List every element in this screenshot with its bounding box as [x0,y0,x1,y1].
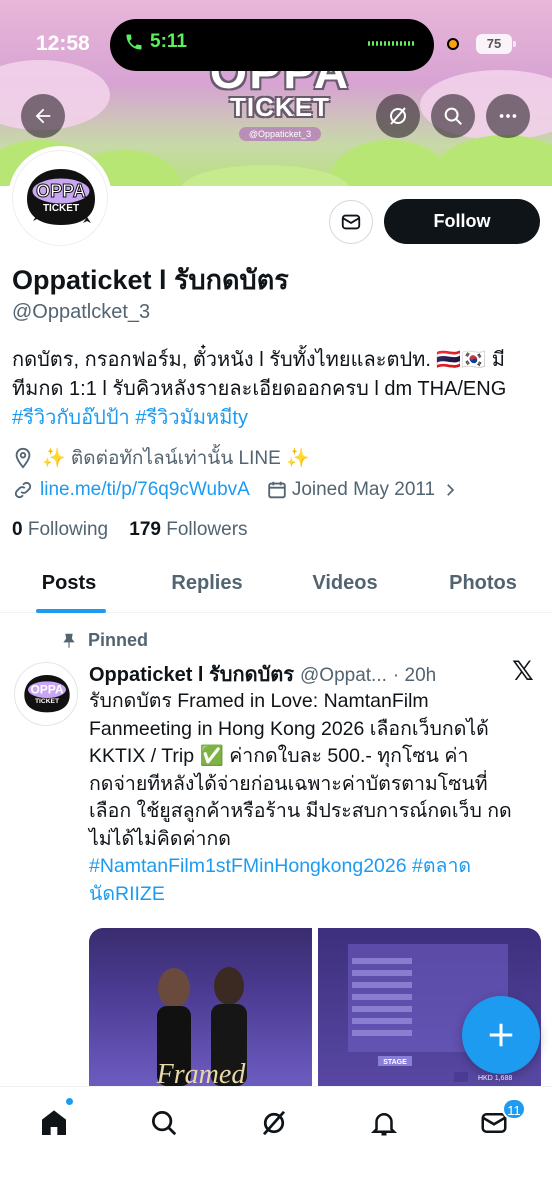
compose-button[interactable] [462,996,540,1074]
bio-hashtags[interactable]: #รีวิวกับอ๊ปป้า #รีวิวมัมหมีty [12,404,542,433]
following-link[interactable]: 0 Following [12,519,108,540]
profile-tabs: Posts Replies Videos Photos [0,560,552,613]
tweet-hashtags[interactable]: #NamtanFilm1stFMinHongkong2026 #ตลาด [89,853,541,881]
tab-replies[interactable]: Replies [138,560,276,612]
search-icon [444,107,462,125]
message-button[interactable] [329,200,373,244]
followers-link[interactable]: 179 Followers [129,519,247,540]
tab-label: Videos [312,572,378,594]
profile-bio: กดบัตร, กรอกฟอร์ม, ตั๋วหนัง l รับทั้งไทย… [12,346,542,433]
calendar-icon [268,481,286,499]
tweet-text-line: Fanmeeting in Hong Kong 2026 เลือกเว็บกด… [89,717,489,740]
more-icon [499,114,517,118]
svg-text:TICKET: TICKET [35,698,59,705]
tweet-header: Oppaticket l รับกดบัตร @Oppat... · 20h [89,658,436,690]
bell-icon [370,1113,398,1136]
tweet-hashtags[interactable]: นัดRIIZE [89,881,541,909]
bio-line: กดบัตร, กรอกฟอร์ม, ตั๋วหนัง l รับทั้งไทย… [12,349,505,371]
media-text: Framed [156,1059,247,1086]
back-button[interactable] [21,94,65,138]
phone-icon [124,32,144,52]
svg-text:OPPA: OPPA [30,683,63,697]
tab-photos[interactable]: Photos [414,560,552,612]
grok-button[interactable] [376,94,420,138]
bio-line: ทีมกด 1:1 l รับคิวหลังรายละเอียดออกครบ l… [12,378,507,400]
chevron-right-icon[interactable] [441,481,459,499]
following-count: 0 [12,519,23,540]
tweet-author-name[interactable]: Oppaticket l รับกดบัตร [89,658,294,690]
media-image-poster[interactable]: Framed [89,928,312,1086]
pin-icon [63,633,75,648]
bottom-nav [0,1086,552,1200]
media-text: STAGE [383,1059,407,1066]
audio-wave-icon [368,41,414,46]
back-arrow-icon [35,108,51,124]
svg-text:OPPA: OPPA [36,181,86,201]
pinned-label: Pinned [88,630,149,650]
tab-videos[interactable]: Videos [276,560,414,612]
location-pin-icon [15,447,31,469]
following-label: Following [27,519,109,540]
plus-icon [489,1023,513,1047]
profile-meta-row: line.me/ti/p/76q9cWubvA Joined May 2011 [12,479,459,501]
call-indicator: 5:11 [124,31,187,53]
mail-icon [341,214,361,230]
joined-date: Joined May 2011 [291,479,436,500]
grok-icon [390,107,406,125]
profile-location: ✨ ติดต่อทักไลน์เท่านั้น LINE ✨ [12,443,310,473]
profile-avatar[interactable]: OPPA TICKET [8,146,112,250]
svg-text:TICKET: TICKET [43,203,79,214]
battery-indicator: 75 [476,34,516,54]
active-tab-indicator [36,609,106,613]
nav-home[interactable] [34,1103,74,1143]
dynamic-island[interactable]: 5:11 [110,19,434,71]
website-link[interactable]: line.me/ti/p/76q9cWubvA [40,479,250,501]
nav-grok[interactable] [254,1103,294,1143]
home-unread-dot [66,1098,73,1105]
followers-label: Followers [166,519,248,540]
media-text: HKD 1,688 [478,1075,512,1082]
followers-count: 179 [129,519,161,540]
nav-search[interactable] [144,1103,184,1143]
pinned-indicator: Pinned [60,630,148,651]
follow-stats: 0 Following 179 Followers [12,519,248,541]
tweet-text-line: KKTIX / Trip ✅ ค่ากดใบละ 500.- ทุกโซน ค่… [89,745,469,767]
location-text: ✨ ติดต่อทักไลน์เท่านั้น LINE ✨ [42,448,310,469]
mic-indicator-dot [447,38,459,50]
search-icon [152,1111,177,1136]
nav-notifications[interactable] [364,1103,404,1143]
tab-label: Posts [41,572,97,594]
profile-display-name: Oppaticket l รับกดบัตร [12,265,289,295]
profile-username: @Oppatlcket_3 [12,301,151,323]
tweet-time[interactable]: · 20h [393,665,436,687]
home-icon [42,1110,66,1135]
tweet-author-handle[interactable]: @Oppat... [300,665,387,687]
avatar-image: OPPA TICKET [12,150,108,246]
status-time: 12:58 [36,32,90,55]
x-logo-icon: 𝕏 [512,656,534,686]
tab-label: Photos [449,572,517,594]
grok-icon [262,1110,286,1136]
tweet-text-line: ไม่ได้ไม่คิดค่ากด [89,827,231,850]
banner-logo-handle: @Oppaticket_3 [238,127,322,141]
tweet-text-line: กดจ่ายทีหลังได้จ่ายก่อนเฉพาะค่าบัตรตามโซ… [89,772,488,795]
tab-label: Replies [171,572,243,594]
tab-posts[interactable]: Posts [0,560,138,613]
tweet-text-line: เลือก ใช้ยูสลูกค้าหรือร้าน มีประสบการณ์ก… [89,800,512,822]
link-icon [14,481,32,499]
search-button[interactable] [431,94,475,138]
tweet-author-avatar[interactable]: OPPA TICKET [14,662,78,726]
call-timer: 5:11 [150,31,187,52]
tweet-text: รับกดบัตร Framed in Love: NamtanFilm Fan… [89,688,541,908]
tweet-text-line: รับกดบัตร Framed in Love: NamtanFilm [89,690,429,712]
follow-button[interactable]: Follow [384,199,540,244]
messages-badge: 11 [502,1098,526,1120]
more-button[interactable] [486,94,530,138]
